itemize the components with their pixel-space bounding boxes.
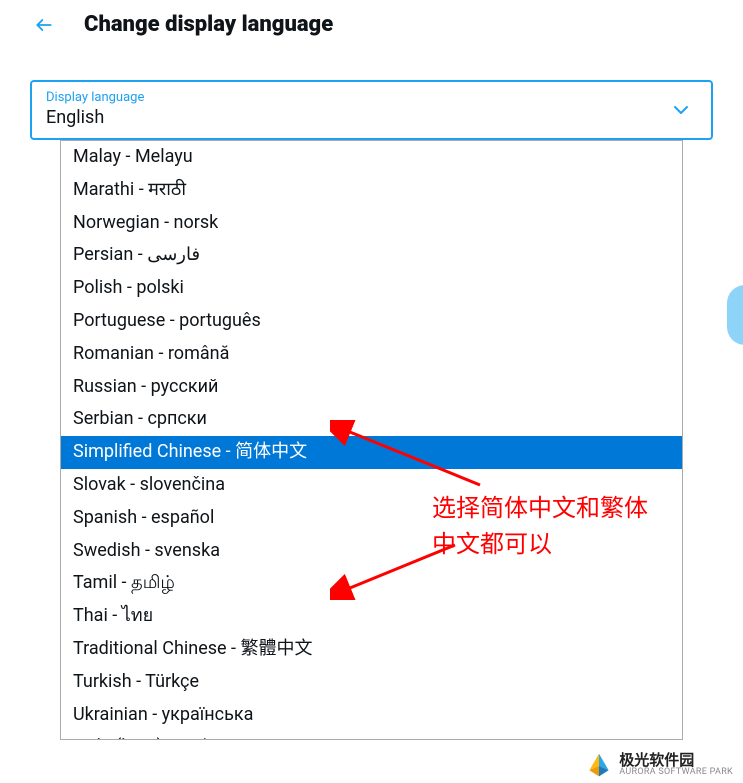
- list-item[interactable]: Romanian - română: [61, 338, 682, 371]
- list-item[interactable]: Portuguese - português: [61, 305, 682, 338]
- list-item[interactable]: Simplified Chinese - 简体中文: [61, 436, 682, 469]
- list-item[interactable]: Marathi - मराठी: [61, 174, 682, 207]
- watermark-cn: 极光软件园: [619, 753, 733, 768]
- back-arrow-icon[interactable]: [34, 15, 54, 35]
- watermark: 极光软件园 AURORA SOFTWARE PARK: [585, 751, 733, 779]
- list-item[interactable]: Polish - polski: [61, 272, 682, 305]
- list-item[interactable]: Slovak - slovenčina: [61, 469, 682, 502]
- watermark-en: AURORA SOFTWARE PARK: [619, 768, 733, 777]
- list-item[interactable]: Traditional Chinese - 繁體中文: [61, 633, 682, 666]
- page-title: Change display language: [84, 12, 333, 37]
- list-item[interactable]: Tamil - தமிழ்: [61, 567, 682, 600]
- language-select-wrapper: Display language English Malay - MelayuM…: [30, 80, 713, 740]
- watermark-text: 极光软件园 AURORA SOFTWARE PARK: [619, 753, 733, 777]
- language-dropdown[interactable]: Malay - MelayuMarathi - मराठीNorwegian -…: [60, 140, 683, 740]
- header: Change display language: [0, 0, 743, 55]
- watermark-logo-icon: [585, 751, 613, 779]
- list-item[interactable]: Swedish - svenska: [61, 535, 682, 568]
- list-item[interactable]: Persian - فارسی: [61, 239, 682, 272]
- select-label: Display language: [46, 90, 697, 105]
- edge-decoration: [727, 285, 743, 345]
- select-value: English: [46, 107, 697, 128]
- list-item[interactable]: Spanish - español: [61, 502, 682, 535]
- list-item[interactable]: Turkish - Türkçe: [61, 666, 682, 699]
- list-item[interactable]: Thai - ไทย: [61, 600, 682, 633]
- list-item[interactable]: Russian - русский: [61, 371, 682, 404]
- list-item[interactable]: Malay - Melayu: [61, 141, 682, 174]
- language-select[interactable]: Display language English: [30, 80, 713, 140]
- list-item[interactable]: Ukrainian - українська: [61, 699, 682, 732]
- list-item[interactable]: Serbian - српски: [61, 403, 682, 436]
- list-item[interactable]: Norwegian - norsk: [61, 207, 682, 240]
- list-item[interactable]: Urdu (beta) - اردو: [61, 731, 682, 740]
- chevron-down-icon: [669, 98, 693, 122]
